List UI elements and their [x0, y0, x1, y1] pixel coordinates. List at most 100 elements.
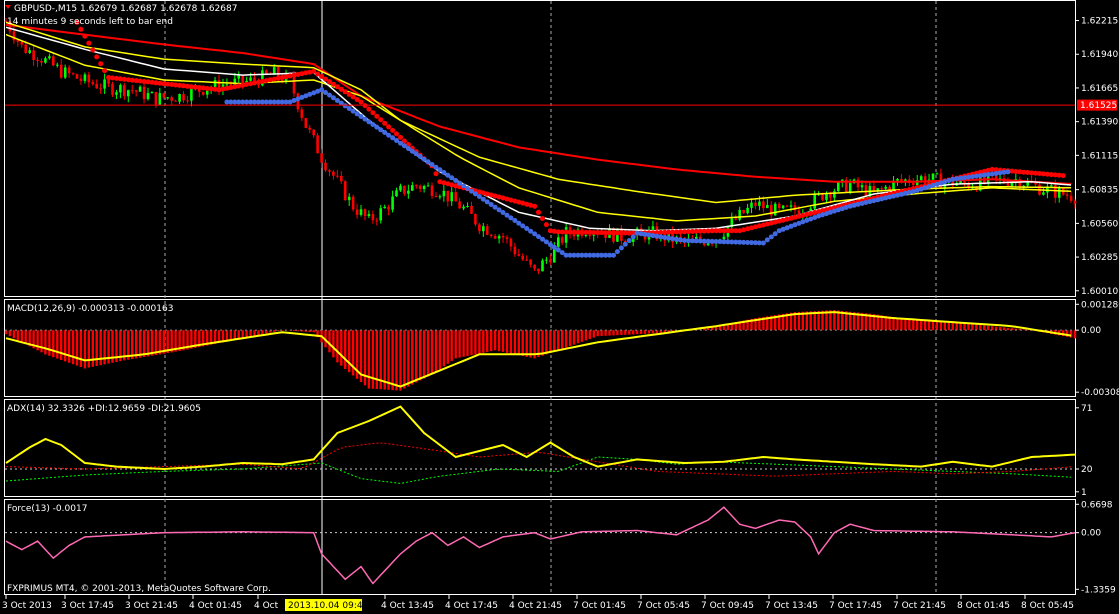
- candle-body: [430, 185, 434, 196]
- macd-histogram-bar: [296, 330, 300, 332]
- candle-body: [442, 190, 446, 197]
- candle-body: [359, 209, 363, 215]
- candle-body: [1034, 182, 1037, 185]
- candle-body: [16, 40, 20, 42]
- candle-body: [489, 234, 493, 236]
- candle-body: [44, 58, 47, 63]
- time-tick-label: 7 Oct 05:45: [637, 601, 690, 611]
- candle-body: [205, 90, 209, 95]
- macd-histogram-bar: [91, 330, 94, 367]
- candle-body: [1042, 192, 1045, 195]
- macd-histogram-bar: [419, 330, 422, 381]
- macd-histogram-bar: [896, 317, 899, 331]
- candle-body: [190, 88, 193, 101]
- metatrader-chart[interactable]: 1.62215 1.61940 1.61665 1.61390 1.61115 1.608…: [0, 0, 1119, 614]
- candle-body: [375, 220, 379, 222]
- stop-dot-red: [532, 203, 538, 209]
- macd-histogram-bar: [474, 330, 477, 355]
- candle-body: [363, 209, 367, 216]
- stop-dot-red: [358, 99, 364, 105]
- macd-histogram-bar: [608, 330, 611, 336]
- candle-body: [12, 31, 16, 41]
- macd-histogram-bar: [912, 320, 915, 331]
- candle-body: [509, 238, 513, 247]
- macd-histogram-bar: [138, 330, 142, 358]
- candle-body: [123, 85, 126, 97]
- macd-histogram-bar: [257, 330, 260, 335]
- stop-dot-red: [378, 117, 384, 123]
- candle-body: [79, 78, 83, 81]
- candle-body: [912, 182, 915, 186]
- macd-histogram-bar: [48, 330, 51, 356]
- candle-body: [308, 127, 311, 130]
- time-tick-label: 3 Oct 2013: [2, 601, 52, 611]
- stop-dot-red: [90, 47, 96, 53]
- macd-histogram-bar: [588, 330, 591, 340]
- candle-body: [304, 118, 308, 128]
- macd-histogram-bar: [616, 330, 619, 336]
- macd-histogram-bar: [927, 321, 931, 331]
- macd-histogram-bar: [253, 330, 256, 336]
- candle-body: [517, 254, 521, 256]
- macd-histogram-bar: [600, 330, 603, 336]
- candle-body: [1057, 188, 1061, 198]
- stop-dot-blue: [622, 241, 628, 247]
- time-tick-label: 4 Oct 01:45: [189, 601, 242, 611]
- candle-body: [513, 246, 517, 255]
- candle-body: [91, 82, 95, 84]
- candle-body: [994, 175, 998, 179]
- candle-body: [837, 182, 840, 192]
- macd-histogram-bar: [557, 330, 560, 351]
- candle-body: [541, 260, 544, 272]
- candle-body: [170, 97, 173, 101]
- macd-histogram-bar: [367, 330, 371, 389]
- candle-body: [201, 91, 205, 95]
- macd-histogram-bar: [505, 330, 509, 353]
- macd-histogram-bar: [478, 330, 481, 354]
- candle-body: [651, 226, 655, 230]
- macd-histogram-bar: [541, 330, 544, 356]
- candle-body: [738, 210, 741, 220]
- time-tick-label: 3 Oct 17:45: [61, 601, 114, 611]
- candle-body: [734, 218, 738, 220]
- stop-dot-red: [82, 33, 88, 39]
- candle-body: [107, 79, 110, 84]
- macd-histogram-bar: [312, 330, 315, 333]
- candle-body: [411, 185, 414, 191]
- candle-body: [343, 181, 347, 201]
- candle-body: [154, 92, 158, 105]
- candle-body: [95, 84, 98, 89]
- price-tick-label: 1.60835: [1081, 186, 1118, 196]
- macd-histogram-bar: [572, 330, 576, 345]
- macd-histogram-bar: [908, 319, 911, 331]
- candle-body: [28, 50, 31, 53]
- macd-histogram-bar: [521, 330, 524, 356]
- candle-body: [347, 196, 351, 201]
- candle-body: [525, 259, 528, 261]
- macd-histogram-bar: [497, 330, 501, 352]
- macd-histogram-bar: [466, 330, 469, 356]
- macd-histogram-bar: [407, 330, 410, 387]
- candle-body: [395, 190, 398, 197]
- macd-histogram-bar: [1002, 327, 1006, 331]
- candle-body: [265, 70, 268, 74]
- macd-histogram-bar: [340, 330, 343, 366]
- macd-histogram-bar: [947, 322, 950, 331]
- candle-body: [253, 77, 256, 81]
- candle-body: [450, 192, 453, 202]
- candle-body: [773, 203, 777, 216]
- macd-histogram-bar: [549, 330, 552, 353]
- macd-histogram-bar: [462, 330, 465, 357]
- macd-histogram-bar: [363, 330, 367, 386]
- macd-histogram-bar: [1073, 330, 1077, 339]
- candle-body: [454, 192, 457, 202]
- candle-body: [497, 236, 501, 239]
- indicator-tick-label: 71: [1081, 404, 1092, 414]
- macd-histogram-bar: [411, 330, 414, 385]
- macd-histogram-bar: [399, 330, 402, 391]
- time-tick-label: 8 Oct 01:45: [957, 601, 1010, 611]
- candle-body: [545, 259, 548, 261]
- candle-body: [178, 94, 181, 102]
- candle-body: [560, 237, 564, 243]
- macd-histogram-bar: [146, 330, 150, 357]
